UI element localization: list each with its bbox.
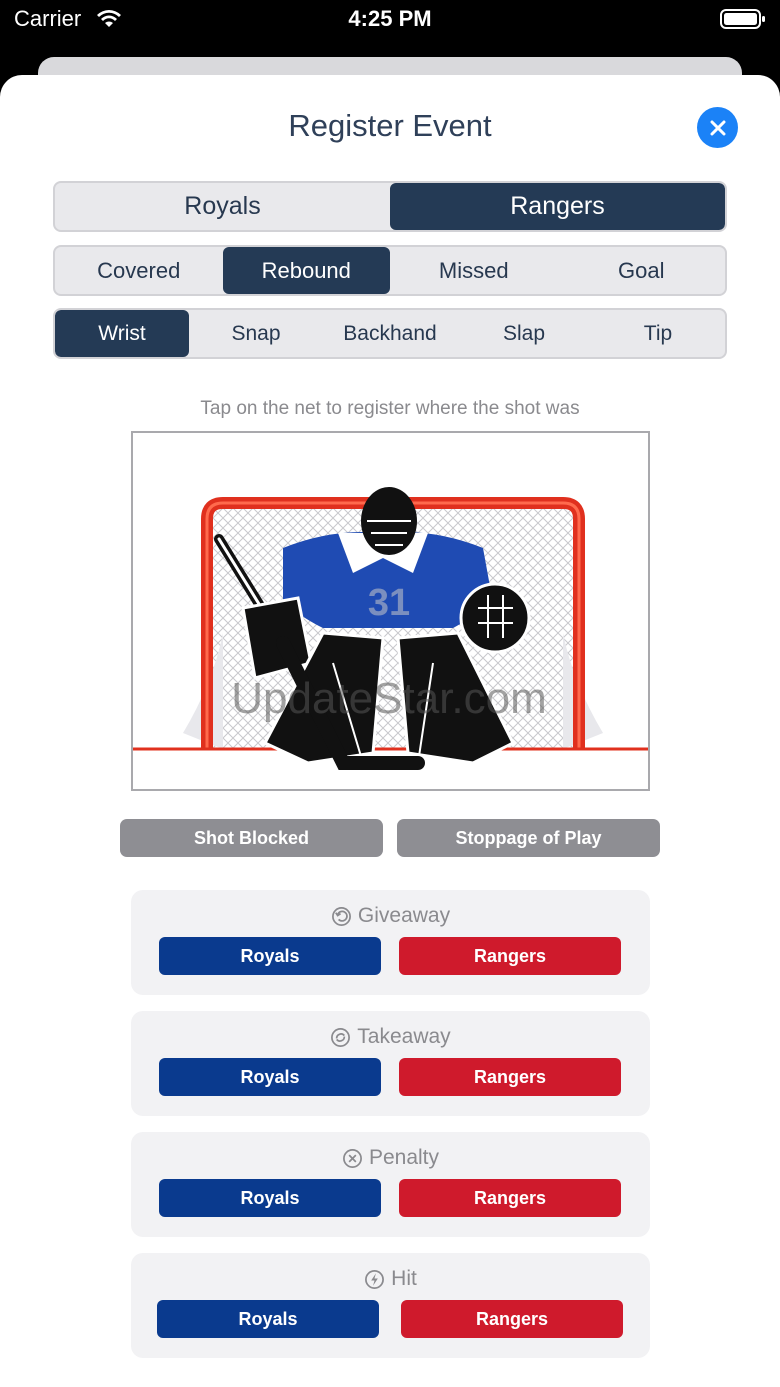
shot-option-backhand[interactable]: Backhand bbox=[323, 310, 457, 357]
shot-option-slap[interactable]: Slap bbox=[457, 310, 591, 357]
result-option-missed[interactable]: Missed bbox=[390, 247, 558, 294]
hit-rangers-button[interactable]: Rangers bbox=[401, 1300, 623, 1338]
page-title: Register Event bbox=[288, 108, 492, 143]
team-selector: Royals Rangers bbox=[53, 181, 727, 232]
result-option-covered[interactable]: Covered bbox=[55, 247, 223, 294]
giveaway-rangers-button[interactable]: Rangers bbox=[399, 937, 621, 975]
shot-result-selector: Covered Rebound Missed Goal bbox=[53, 245, 727, 296]
team-option-royals[interactable]: Royals bbox=[55, 183, 390, 230]
net-tap-area[interactable]: 31 UpdateStar.com bbox=[131, 431, 650, 791]
giveaway-card: Giveaway Royals Rangers bbox=[131, 890, 650, 995]
penalty-card: Penalty Royals Rangers bbox=[131, 1132, 650, 1237]
battery-icon bbox=[720, 9, 765, 29]
shot-option-tip[interactable]: Tip bbox=[591, 310, 725, 357]
shot-type-selector: Wrist Snap Backhand Slap Tip bbox=[53, 308, 727, 359]
watermark-text: UpdateStar.com bbox=[231, 674, 547, 723]
takeaway-title: Takeaway bbox=[131, 1025, 650, 1049]
takeaway-label: Takeaway bbox=[357, 1025, 451, 1048]
takeaway-card: Takeaway Royals Rangers bbox=[131, 1011, 650, 1116]
giveaway-icon bbox=[331, 906, 351, 926]
shot-option-wrist[interactable]: Wrist bbox=[55, 310, 189, 357]
close-button[interactable] bbox=[697, 107, 738, 148]
hit-royals-button[interactable]: Royals bbox=[157, 1300, 379, 1338]
hit-title: Hit bbox=[131, 1267, 650, 1291]
takeaway-icon bbox=[331, 1027, 351, 1047]
shot-option-snap[interactable]: Snap bbox=[189, 310, 323, 357]
penalty-rangers-button[interactable]: Rangers bbox=[399, 1179, 621, 1217]
penalty-royals-button[interactable]: Royals bbox=[159, 1179, 381, 1217]
giveaway-title: Giveaway bbox=[131, 904, 650, 928]
shot-blocked-button[interactable]: Shot Blocked bbox=[120, 819, 383, 857]
giveaway-royals-button[interactable]: Royals bbox=[159, 937, 381, 975]
net-hint: Tap on the net to register where the sho… bbox=[200, 398, 580, 419]
jersey-number: 31 bbox=[368, 582, 410, 624]
penalty-icon bbox=[343, 1148, 362, 1168]
giveaway-label: Giveaway bbox=[357, 904, 451, 927]
result-option-goal[interactable]: Goal bbox=[558, 247, 726, 294]
result-option-rebound[interactable]: Rebound bbox=[222, 247, 390, 294]
takeaway-royals-button[interactable]: Royals bbox=[159, 1058, 381, 1096]
hit-card: Hit Royals Rangers bbox=[131, 1253, 650, 1358]
stoppage-of-play-button[interactable]: Stoppage of Play bbox=[397, 819, 660, 857]
team-option-rangers[interactable]: Rangers bbox=[390, 183, 725, 230]
clock: 4:25 PM bbox=[348, 6, 432, 31]
penalty-title: Penalty bbox=[131, 1146, 650, 1170]
status-bar: Carrier 4:25 PM bbox=[0, 0, 780, 44]
penalty-label: Penalty bbox=[368, 1146, 440, 1169]
close-icon bbox=[710, 120, 725, 135]
hit-label: Hit bbox=[391, 1267, 417, 1290]
hit-icon bbox=[365, 1269, 385, 1289]
goalie-net-image: 31 UpdateStar.com bbox=[133, 487, 648, 770]
takeaway-rangers-button[interactable]: Rangers bbox=[399, 1058, 621, 1096]
